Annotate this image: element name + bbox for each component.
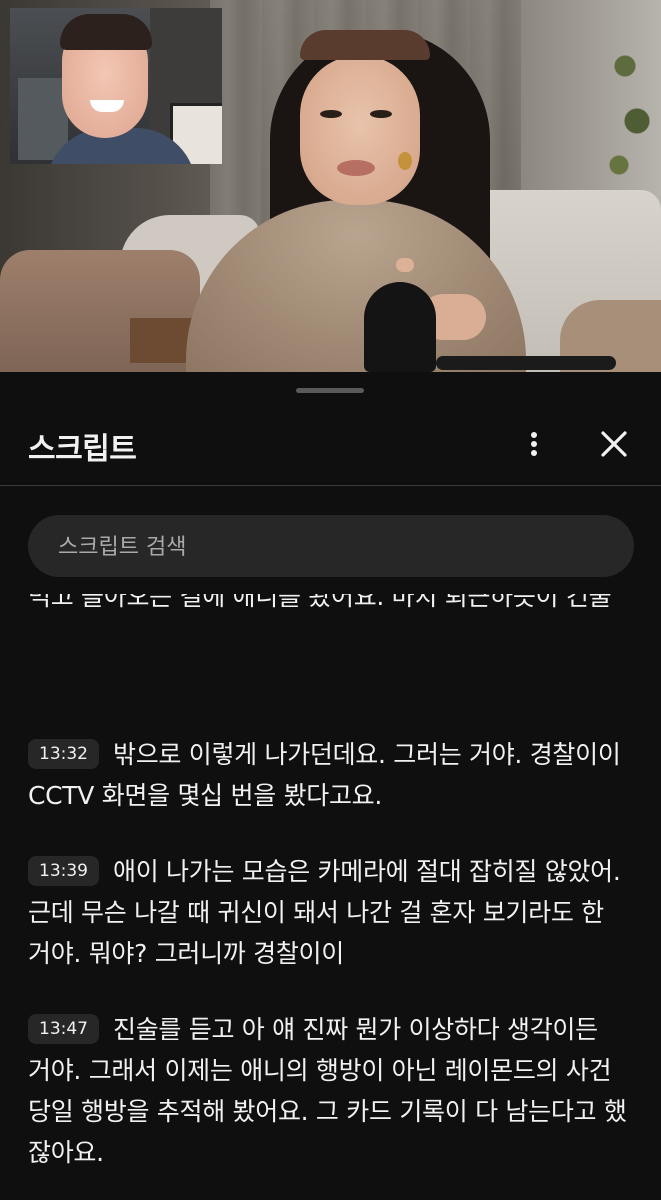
segment-text: 먹고 돌아오는 길에 애니를 봤어요. 마치 퇴근하듯이 건물: [28, 594, 612, 611]
earring: [398, 152, 412, 170]
inset-hair: [60, 14, 152, 50]
segment-text: 진술를 듣고 아 얘 진짜 뭔가 이상하다 생각이든 거야. 그래서 이제는 애…: [28, 1015, 627, 1167]
plant: [601, 0, 661, 220]
timestamp-chip[interactable]: 13:39: [28, 856, 99, 886]
close-button[interactable]: [594, 424, 634, 464]
transcript-search[interactable]: [28, 515, 634, 579]
more-vert-icon: [531, 432, 537, 438]
segment-text: 애이 나가는 모습은 카메라에 절대 잡히질 않았어. 근데 무슨 나갈 때 귀…: [28, 857, 621, 968]
transcript-segment[interactable]: 13:32 밖으로 이렇게 나가던데요. 그러는 거야. 경찰이이 CCTV 화면…: [28, 734, 628, 816]
video-player[interactable]: [0, 0, 661, 372]
close-icon: [601, 431, 627, 457]
drag-handle[interactable]: [296, 388, 364, 393]
presenter-eye: [370, 110, 392, 118]
timestamp-chip[interactable]: 13:32: [28, 739, 99, 769]
segment-text: 밖으로 이렇게 나가던데요. 그러는 거야. 경찰이이 CCTV 화면을 몇십 …: [28, 740, 621, 810]
transcript-list[interactable]: 먹고 돌아오는 길에 애니를 봤어요. 마치 퇴근하듯이 건물 13:32 밖으로…: [0, 594, 661, 1200]
search-input[interactable]: [56, 515, 620, 579]
presenter-face: [300, 55, 420, 205]
divider: [0, 485, 661, 486]
panel-title: 스크립트: [28, 432, 137, 467]
transcript-segment[interactable]: 13:39 애이 나가는 모습은 카메라에 절대 잡히질 않았어. 근데 무슨 나…: [28, 851, 628, 974]
presenter-fingers: [396, 258, 414, 272]
inset-photo: [10, 8, 222, 164]
microphone: [364, 282, 436, 372]
headband: [300, 30, 430, 60]
more-options-button[interactable]: [514, 424, 554, 464]
transcript-panel: 스크립트 먹고 돌아오는 길에 애니를 봤어요. 마치 퇴근하듯이 건물 13:…: [0, 372, 661, 1200]
transcript-segment[interactable]: 13:47 진술를 듣고 아 얘 진짜 뭔가 이상하다 생각이든 거야. 그래서 …: [28, 1009, 628, 1173]
mic-arm: [436, 356, 616, 370]
presenter-lips: [337, 160, 375, 176]
transcript-segment[interactable]: 먹고 돌아오는 길에 애니를 봤어요. 마치 퇴근하듯이 건물: [28, 594, 628, 617]
timestamp-chip[interactable]: 13:47: [28, 1014, 99, 1044]
presenter-eye: [320, 110, 342, 118]
